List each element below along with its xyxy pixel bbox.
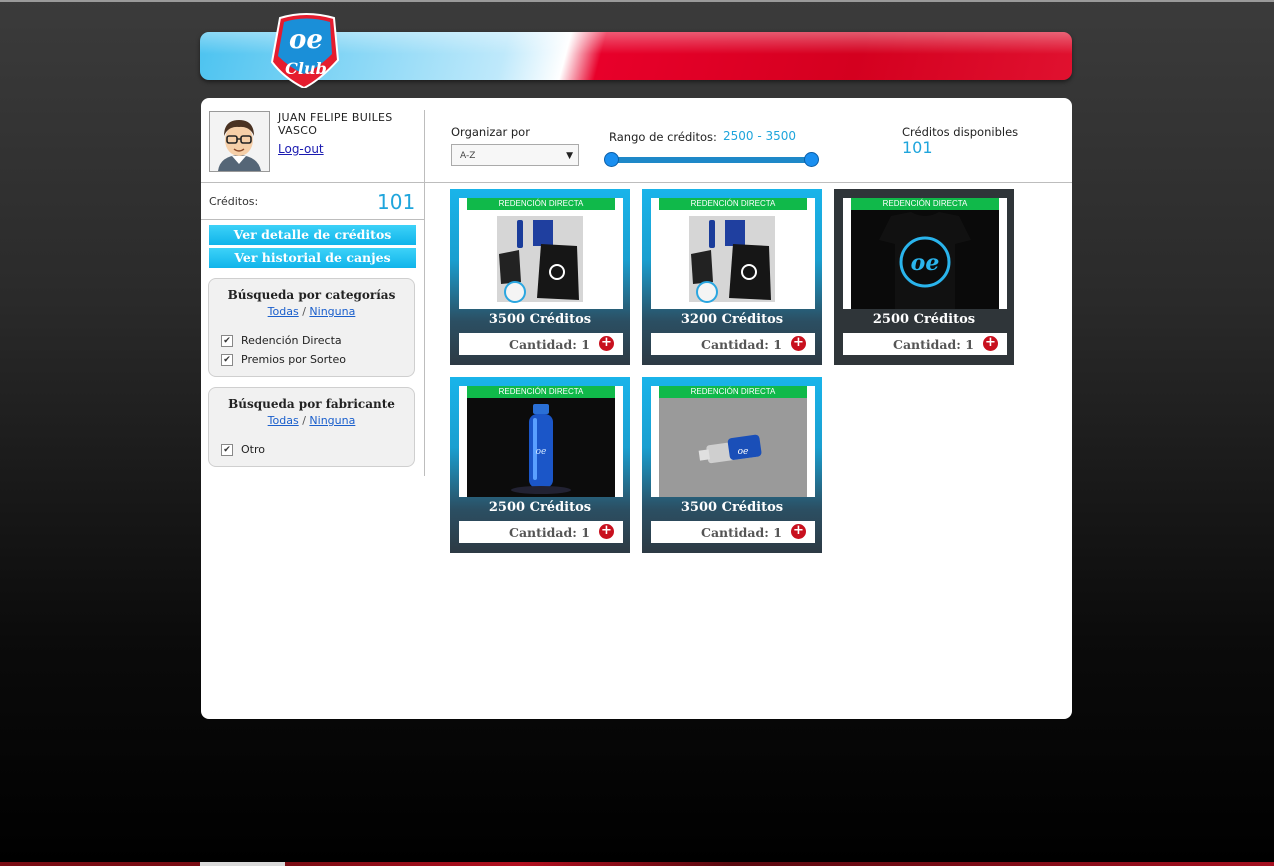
product-price: 2500 Créditos [488, 500, 592, 515]
check-icon[interactable]: ✔ [221, 353, 233, 366]
maker-otro-checkbox[interactable]: ✔ Otro [221, 443, 265, 456]
sort-select[interactable]: A-Z ▼ [451, 144, 579, 166]
product-ribbon: REDENCIÓN DIRECTA [467, 198, 615, 210]
product-ribbon: REDENCIÓN DIRECTA [851, 198, 999, 210]
add-to-cart-icon[interactable]: + [791, 524, 806, 539]
product-price: 3500 Créditos [680, 500, 784, 515]
product-card[interactable]: REDENCIÓN DIRECTA 3200 Créditos Cantidad… [642, 189, 822, 365]
category-all-link[interactable]: Todas [268, 305, 299, 318]
svg-text:oe: oe [536, 447, 547, 457]
product-photo-usb[interactable]: oe [659, 398, 807, 497]
quantity-bar: Cantidad: 1 + [843, 333, 1007, 355]
svg-text:oe: oe [738, 447, 749, 457]
product-ribbon: REDENCIÓN DIRECTA [467, 386, 615, 398]
product-price: 3500 Créditos [488, 312, 592, 327]
add-to-cart-icon[interactable]: + [599, 336, 614, 351]
range-label: Rango de créditos: [609, 130, 717, 144]
product-ribbon: REDENCIÓN DIRECTA [659, 386, 807, 398]
product-image-box: REDENCIÓN DIRECTA oe [459, 386, 623, 497]
product-card[interactable]: REDENCIÓN DIRECTA oe 3500 Créditos Canti… [642, 377, 822, 553]
product-quantity: Cantidad: 1 [509, 525, 590, 540]
available-credits-value: 101 [902, 138, 933, 157]
quantity-bar: Cantidad: 1 + [651, 521, 815, 543]
product-quantity: Cantidad: 1 [893, 337, 974, 352]
range-value: 2500 - 3500 [723, 129, 797, 143]
check-icon[interactable]: ✔ [221, 443, 233, 456]
svg-text:oe: oe [289, 25, 323, 55]
add-to-cart-icon[interactable]: + [599, 524, 614, 539]
sort-label: Organizar por [451, 125, 530, 139]
maker-links: Todas / Ninguna [209, 414, 414, 427]
credit-detail-button[interactable]: Ver detalle de créditos [209, 225, 416, 245]
product-photo-bottle[interactable]: oe [467, 398, 615, 497]
header-divider [201, 182, 1072, 183]
maker-filter-box: Búsqueda por fabricante Todas / Ninguna … [208, 387, 415, 467]
category-links: Todas / Ninguna [209, 305, 414, 318]
credits-value: 101 [377, 190, 416, 214]
category-none-link[interactable]: Ninguna [309, 305, 355, 318]
sidebar-divider [424, 110, 425, 476]
product-photo-tshirt[interactable]: oe [851, 210, 999, 309]
add-to-cart-icon[interactable]: + [983, 336, 998, 351]
quantity-bar: Cantidad: 1 + [459, 521, 623, 543]
avatar [209, 111, 270, 172]
category-title: Búsqueda por categorías [227, 288, 396, 302]
maker-title: Búsqueda por fabricante [228, 397, 395, 411]
quantity-bar: Cantidad: 1 + [459, 333, 623, 355]
dropdown-arrow-icon: ▼ [566, 151, 573, 161]
range-slider-max-handle[interactable] [804, 152, 819, 167]
user-name: JUAN FELIPE BUILES VASCO [278, 111, 393, 137]
separator: / [302, 414, 306, 427]
main-panel: JUAN FELIPE BUILES VASCO Log-out Crédito… [201, 98, 1072, 719]
product-image-box: REDENCIÓN DIRECTA oe [843, 198, 1007, 309]
separator: / [302, 305, 306, 318]
product-photo-kit[interactable] [659, 210, 807, 309]
product-card[interactable]: REDENCIÓN DIRECTA oe 2500 Créditos Canti… [834, 189, 1014, 365]
product-quantity: Cantidad: 1 [701, 337, 782, 352]
credits-label: Créditos: [209, 195, 259, 208]
svg-text:oe: oe [911, 250, 940, 276]
redeem-history-button[interactable]: Ver historial de canjes [209, 248, 416, 268]
sort-value: A-Z [460, 151, 476, 161]
category-filter-box: Búsqueda por categorías Todas / Ninguna … [208, 278, 415, 377]
bottom-edge [0, 862, 1274, 866]
add-to-cart-icon[interactable]: + [791, 336, 806, 351]
category-redencion-checkbox[interactable]: ✔ Redención Directa [221, 334, 342, 347]
user-divider [201, 219, 424, 220]
product-ribbon: REDENCIÓN DIRECTA [659, 198, 807, 210]
product-price: 3200 Créditos [680, 312, 784, 327]
club-logo[interactable]: oe Club [270, 12, 342, 88]
available-credits-label: Créditos disponibles [902, 125, 1019, 139]
maker-all-link[interactable]: Todas [268, 414, 299, 427]
range-slider-track[interactable] [610, 157, 812, 163]
product-quantity: Cantidad: 1 [701, 525, 782, 540]
category-sorteo-checkbox[interactable]: ✔ Premios por Sorteo [221, 353, 346, 366]
check-icon[interactable]: ✔ [221, 334, 233, 347]
logout-link[interactable]: Log-out [278, 142, 324, 156]
maker-none-link[interactable]: Ninguna [309, 414, 355, 427]
top-edge [0, 0, 1274, 2]
product-card[interactable]: REDENCIÓN DIRECTA 3500 Créditos Cantidad… [450, 189, 630, 365]
maker-item-label: Otro [241, 443, 265, 456]
product-card[interactable]: REDENCIÓN DIRECTA oe 2500 Créditos Canti… [450, 377, 630, 553]
range-slider-min-handle[interactable] [604, 152, 619, 167]
product-price: 2500 Créditos [872, 312, 976, 327]
product-quantity: Cantidad: 1 [509, 337, 590, 352]
category-item-label: Redención Directa [241, 334, 342, 347]
product-image-box: REDENCIÓN DIRECTA [459, 198, 623, 309]
svg-text:Club: Club [285, 59, 327, 78]
product-photo-kit[interactable] [467, 210, 615, 309]
product-image-box: REDENCIÓN DIRECTA [651, 198, 815, 309]
product-image-box: REDENCIÓN DIRECTA oe [651, 386, 815, 497]
quantity-bar: Cantidad: 1 + [651, 333, 815, 355]
category-item-label: Premios por Sorteo [241, 353, 346, 366]
